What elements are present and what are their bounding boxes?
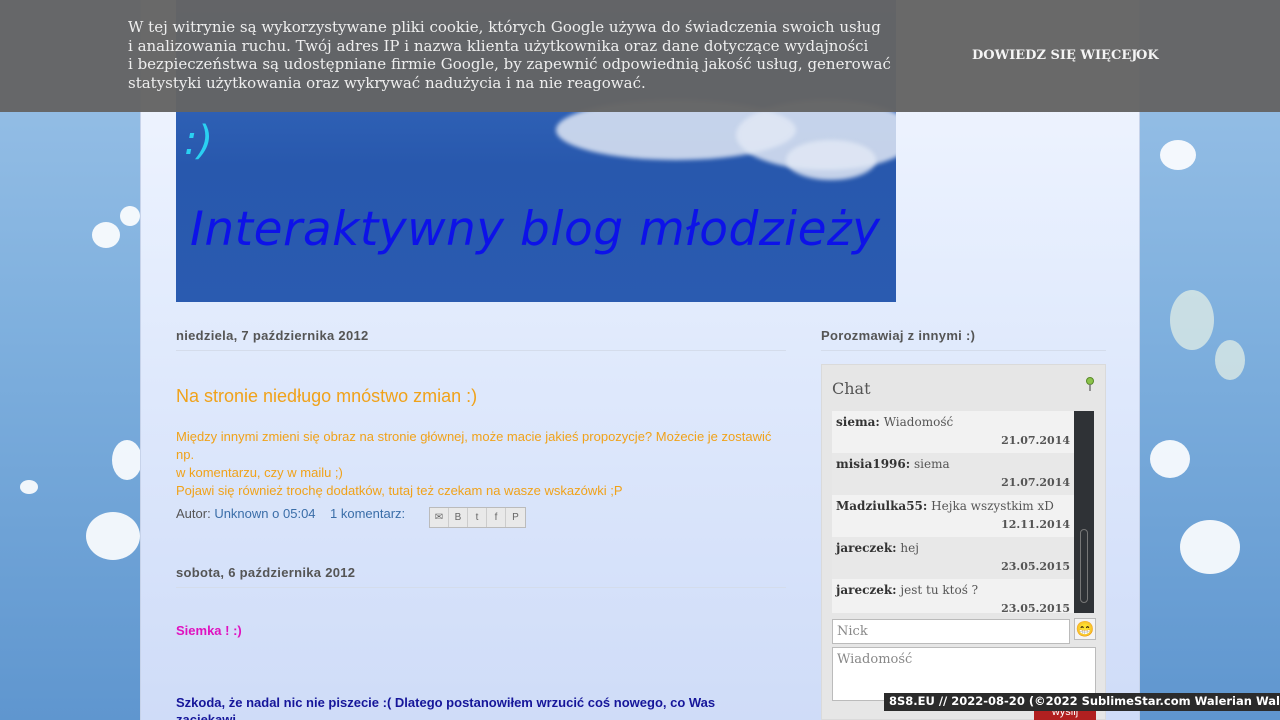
message-author: misia1996: <box>836 457 911 471</box>
cookie-text-line: i bezpieczeństwa są udostępniane firmie … <box>128 55 891 73</box>
post-body: Między innymi zmieni się obraz na stroni… <box>176 428 786 500</box>
chat-widget: Chat siema: Wiadomość 21.07.2014 misia19… <box>821 364 1106 720</box>
pinterest-icon[interactable]: P <box>506 508 525 527</box>
ok-button[interactable]: OK <box>1136 48 1159 63</box>
header-smiley: :) <box>184 118 214 164</box>
share-buttons: ✉ B t f P <box>429 507 526 528</box>
author-link[interactable]: Unknown <box>214 506 268 521</box>
twitter-icon[interactable]: t <box>468 508 487 527</box>
comments-link[interactable]: 1 komentarz: <box>330 506 405 521</box>
post-footer: Autor: Unknown o 05:04 1 komentarz: <box>176 506 405 521</box>
post-date: sobota, 6 października 2012 <box>176 565 786 588</box>
message-text: Wiadomość <box>883 415 954 429</box>
message-date: 21.07.2014 <box>1001 434 1070 447</box>
time-prefix[interactable]: o <box>272 506 279 521</box>
message-date: 23.05.2015 <box>1001 560 1070 573</box>
message-text: siema <box>914 457 950 471</box>
pin-icon[interactable] <box>1085 377 1095 391</box>
cookie-consent-bar: W tej witrynie są wykorzystywane pliki c… <box>0 0 1280 112</box>
chat-message: jareczek: hej 23.05.2015 <box>832 537 1094 579</box>
cookie-text-line: statystyki użytkowania oraz wykrywać nad… <box>128 73 646 92</box>
blog-title[interactable]: Interaktywny blog młodzieży <box>190 202 880 257</box>
post-body-line: Między innymi zmieni się obraz na stroni… <box>176 429 772 462</box>
message-author: siema: <box>836 415 880 429</box>
message-author: jareczek: <box>836 541 897 555</box>
nick-input[interactable]: Nick <box>832 619 1070 644</box>
cookie-text-line: W tej witrynie są wykorzystywane pliki c… <box>128 18 881 36</box>
post-date: niedziela, 7 października 2012 <box>176 328 786 351</box>
cookie-text-line: i analizowania ruchu. Twój adres IP i na… <box>128 36 869 55</box>
chat-messages[interactable]: siema: Wiadomość 21.07.2014 misia1996: s… <box>832 411 1094 613</box>
cookie-text: W tej witrynie są wykorzystywane pliki c… <box>128 18 908 92</box>
message-date: 21.07.2014 <box>1001 476 1070 489</box>
message-date: 23.05.2015 <box>1001 602 1070 613</box>
message-text: Hejka wszystkim xD <box>931 499 1054 513</box>
post-body-line: w komentarzu, czy w mailu ;) <box>176 465 343 480</box>
chat-scrollbar[interactable] <box>1074 411 1094 613</box>
chat-message: jareczek: jest tu ktoś ? 23.05.2015 <box>832 579 1094 613</box>
email-icon[interactable]: ✉ <box>430 508 449 527</box>
scrollbar-thumb[interactable] <box>1080 529 1088 603</box>
chat-message: siema: Wiadomość 21.07.2014 <box>832 411 1094 453</box>
message-author: Madziulka55: <box>836 499 928 513</box>
chat-message: misia1996: siema 21.07.2014 <box>832 453 1094 495</box>
watermark: 8S8.EU // 2022-08-20 (©2022 SublimeStar.… <box>884 693 1280 711</box>
learn-more-button[interactable]: DOWIEDZ SIĘ WIĘCEJ <box>972 48 1137 63</box>
blogger-icon[interactable]: B <box>449 508 468 527</box>
post-body-line: Pojawi się również trochę dodatków, tuta… <box>176 483 623 498</box>
post-text: Szkoda, że nadal nic nie piszecie :( Dla… <box>176 695 716 720</box>
post-title[interactable]: Na stronie niedługo mnóstwo zmian :) <box>176 386 477 407</box>
timestamp-link[interactable]: 05:04 <box>283 506 316 521</box>
message-text: hej <box>900 541 919 555</box>
facebook-icon[interactable]: f <box>487 508 506 527</box>
message-text: jest tu ktoś ? <box>900 583 979 597</box>
chat-header: Chat <box>832 379 871 398</box>
message-date: 12.11.2014 <box>1001 518 1070 531</box>
chat-message: Madziulka55: Hejka wszystkim xD 12.11.20… <box>832 495 1094 537</box>
message-author: jareczek: <box>836 583 897 597</box>
emoji-icon[interactable]: 😁 <box>1074 618 1096 640</box>
post-text: Siemka ! :) <box>176 623 242 638</box>
author-label: Autor: <box>176 506 211 521</box>
sidebar-title: Porozmawiaj z innymi :) <box>821 328 1106 351</box>
